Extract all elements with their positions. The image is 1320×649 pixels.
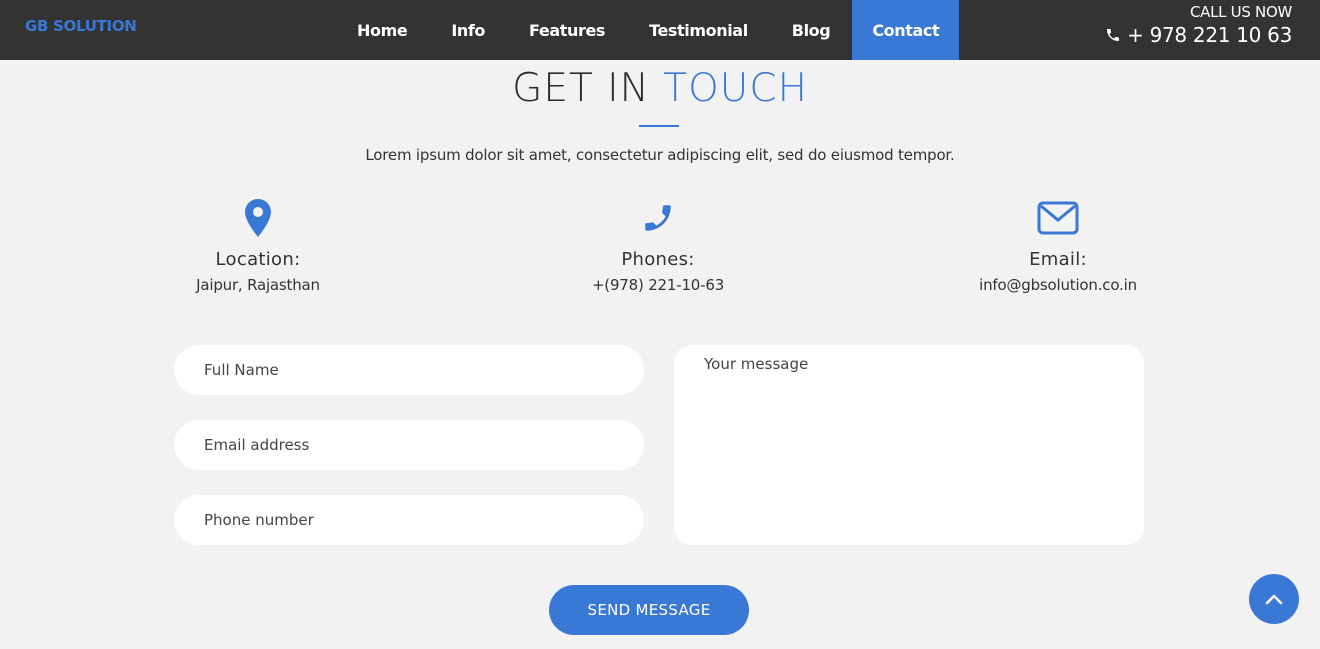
nav-item-blog[interactable]: Blog [770,0,853,60]
send-message-button[interactable]: SEND MESSAGE [549,585,749,635]
nav-item-contact[interactable]: Contact [852,0,960,60]
phones-value[interactable]: +(978) 221-10-63 [538,276,778,294]
call-us-label: CALL US NOW [1189,3,1292,21]
nav-item-testimonial[interactable]: Testimonial [627,0,770,60]
title-divider [639,125,679,127]
scroll-to-top-button[interactable] [1249,574,1299,624]
email-value[interactable]: info@gbsolution.co.in [938,276,1178,294]
full-name-input[interactable] [174,345,644,395]
top-navbar: GB SOLUTION Home Info Features Testimoni… [0,0,1320,60]
email-input[interactable] [174,420,644,470]
map-marker-icon [245,199,271,237]
section-lead: Lorem ipsum dolor sit amet, consectetur … [365,146,955,164]
email-title: Email: [1029,249,1087,270]
location-title: Location: [215,249,301,270]
contact-email: Email: info@gbsolution.co.in [938,196,1178,294]
message-textarea[interactable] [674,345,1144,545]
location-value: Jaipur, Rajasthan [196,276,320,294]
nav-item-info[interactable]: Info [429,0,507,60]
phone-icon [645,205,671,231]
call-number-text: + 978 221 10 63 [1127,23,1292,47]
brand-logo[interactable]: GB SOLUTION [25,17,137,35]
phone-icon [1107,29,1120,41]
chevron-up-icon [1265,594,1283,605]
phone-input[interactable] [174,495,644,545]
contact-phone: Phones: +(978) 221-10-63 [538,196,778,294]
nav-item-home[interactable]: Home [335,0,429,60]
phones-title: Phones: [621,249,695,270]
title-part-1: GET IN [512,66,650,111]
contact-location: Location: Jaipur, Rajasthan [138,196,378,294]
nav-item-features[interactable]: Features [507,0,627,60]
call-us-number[interactable]: + 978 221 10 63 [1105,22,1292,48]
page-title: GET IN TOUCH [0,66,1320,111]
call-us-block: CALL US NOW + 978 221 10 63 [1105,3,1292,48]
envelope-icon [1037,201,1079,235]
title-part-2: TOUCH [663,66,808,111]
main-nav: Home Info Features Testimonial Blog Cont… [335,0,960,60]
